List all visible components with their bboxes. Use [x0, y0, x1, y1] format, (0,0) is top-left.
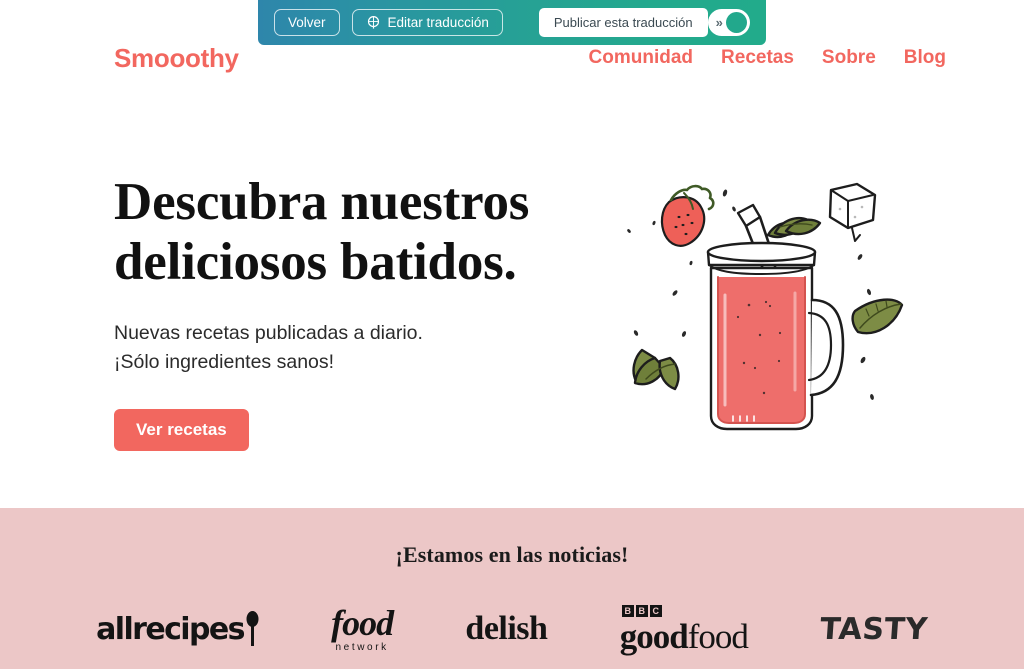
brand-logo[interactable]: Smooothy: [114, 43, 239, 74]
goodfood-good-text: good: [619, 616, 689, 656]
mason-jar: [706, 241, 845, 431]
edit-translation-label: Editar traducción: [387, 14, 489, 30]
press-logo-bbc-goodfood[interactable]: B B C goodfood: [619, 604, 749, 656]
tasty-wordmark: TASTY: [818, 611, 930, 647]
press-logo-row: allrecipes food network delish B B C goo…: [0, 596, 1024, 662]
hero-heading: Descubra nuestros deliciosos batidos.: [114, 173, 530, 292]
press-logo-food-network[interactable]: food network: [331, 603, 394, 653]
mint-leaves-left: [632, 348, 680, 391]
nav-link-recetas[interactable]: Recetas: [721, 47, 794, 69]
food-network-wordmark: food: [331, 603, 394, 643]
smoothie-illustration: [612, 165, 912, 435]
press-section: ¡Estamos en las noticias! allrecipes foo…: [0, 508, 1024, 669]
food-network-subword: network: [335, 642, 389, 653]
main-nav: Comunidad Recetas Sobre Blog: [589, 47, 946, 69]
bbc-letter-b1: B: [621, 604, 634, 617]
bbc-letter-c: C: [649, 604, 662, 617]
mint-leaves-top: [766, 216, 822, 239]
nav-link-sobre[interactable]: Sobre: [822, 47, 876, 69]
globe-icon: [366, 15, 381, 30]
spoon-icon: [246, 611, 259, 647]
press-logo-delish[interactable]: delish: [465, 610, 548, 648]
ice-cube: [828, 182, 877, 242]
press-logo-allrecipes[interactable]: allrecipes: [96, 611, 259, 647]
nav-link-comunidad[interactable]: Comunidad: [589, 47, 694, 69]
allrecipes-wordmark: allrecipes: [96, 611, 245, 647]
back-button[interactable]: Volver: [274, 9, 340, 36]
press-logo-tasty[interactable]: TASTY: [819, 612, 929, 647]
hero-subtitle: Nuevas recetas publicadas a diario. ¡Sól…: [114, 321, 423, 373]
chevron-double-right-icon: »: [715, 15, 723, 30]
strawberry: [660, 184, 715, 247]
hero-copy: Descubra nuestros deliciosos batidos. Nu…: [114, 172, 584, 451]
bbc-badge: B B C: [621, 604, 662, 617]
translation-toolbar: Volver Editar traducción Publicar esta t…: [258, 0, 766, 45]
bbc-letter-b2: B: [635, 604, 648, 617]
goodfood-food-text: food: [687, 616, 749, 656]
goodfood-wordmark: goodfood: [619, 616, 749, 656]
edit-translation-button[interactable]: Editar traducción: [351, 9, 503, 36]
hero-section: Descubra nuestros deliciosos batidos. Nu…: [0, 80, 1024, 508]
publish-translation-button[interactable]: Publicar esta traducción: [538, 8, 708, 37]
press-title: ¡Estamos en las noticias!: [395, 542, 629, 567]
mint-leaf-right: [851, 298, 904, 335]
toolbar-collapse-toggle[interactable]: »: [707, 9, 750, 36]
nav-link-blog[interactable]: Blog: [904, 47, 946, 69]
view-recipes-button[interactable]: Ver recetas: [114, 408, 249, 451]
delish-wordmark: delish: [465, 610, 548, 647]
toggle-knob: [726, 12, 747, 33]
